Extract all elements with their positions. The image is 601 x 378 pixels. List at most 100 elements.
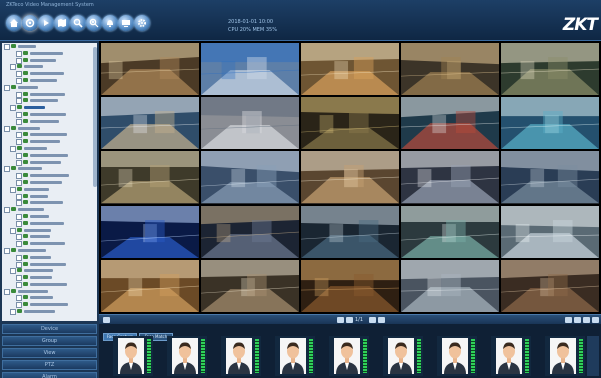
video-tile-crowd[interactable] <box>201 205 299 258</box>
face-capture-card[interactable] <box>167 336 207 376</box>
tree-item[interactable] <box>2 288 97 295</box>
tree-item[interactable] <box>2 145 97 152</box>
face-capture-card[interactable] <box>437 336 477 376</box>
tree-item[interactable] <box>2 43 97 50</box>
tree-item[interactable] <box>2 57 97 64</box>
tree-item[interactable] <box>2 240 97 248</box>
tree-item[interactable] <box>2 233 97 241</box>
tree-item[interactable] <box>2 179 97 186</box>
video-tile-market[interactable] <box>301 43 399 96</box>
tree-item[interactable] <box>2 172 97 180</box>
tree-item[interactable] <box>2 104 97 112</box>
tree-item[interactable] <box>2 152 97 159</box>
video-tile-corridor[interactable] <box>401 205 499 258</box>
tree-item[interactable] <box>2 138 97 146</box>
face-capture-card[interactable] <box>545 336 585 376</box>
tree-item[interactable] <box>2 294 97 302</box>
face-capture-card[interactable] <box>113 336 153 376</box>
tree-item[interactable] <box>2 111 97 118</box>
video-tile-night-city[interactable] <box>101 205 199 258</box>
tree-item[interactable] <box>2 254 97 261</box>
video-tile-supermarket[interactable] <box>401 97 499 150</box>
prev-page-button[interactable] <box>103 317 110 323</box>
tree-item[interactable] <box>2 186 97 193</box>
video-tile-highway[interactable] <box>501 151 599 204</box>
tree-item[interactable] <box>2 308 97 316</box>
face-capture-card[interactable] <box>275 336 315 376</box>
video-tile-pool[interactable] <box>201 43 299 96</box>
tree-item[interactable] <box>2 193 97 200</box>
tree-item[interactable] <box>2 301 97 309</box>
tree-item[interactable] <box>2 274 97 282</box>
tree-item[interactable] <box>2 165 97 173</box>
tree-item[interactable] <box>2 213 97 220</box>
tree-item[interactable] <box>2 247 97 254</box>
tree-item[interactable] <box>2 267 97 275</box>
expand-icon[interactable] <box>10 309 16 316</box>
search-button[interactable] <box>70 15 86 31</box>
tree-scrollbar[interactable] <box>93 47 97 187</box>
video-tile-gate-hall[interactable] <box>401 151 499 204</box>
device-tree[interactable] <box>2 43 97 321</box>
map-button[interactable] <box>54 15 70 31</box>
video-tile-showroom[interactable] <box>301 151 399 204</box>
tree-item[interactable] <box>2 125 97 132</box>
face-panel-scrollbar[interactable] <box>587 336 599 376</box>
video-tile-office-floor[interactable] <box>101 97 199 150</box>
panel-button-device[interactable]: Device <box>2 324 97 334</box>
panel-button-group[interactable]: Group <box>2 336 97 346</box>
video-tile-hotel-lobby[interactable] <box>101 259 199 312</box>
tree-item[interactable] <box>2 50 97 57</box>
tree-item[interactable] <box>2 63 97 71</box>
tree-item[interactable] <box>2 70 97 78</box>
tree-item[interactable] <box>2 77 97 84</box>
video-tile-shop[interactable] <box>101 151 199 204</box>
video-tile-lobby[interactable] <box>101 43 199 96</box>
video-tile-office-lounge[interactable] <box>501 43 599 96</box>
panel-button-ptz[interactable]: PTZ <box>2 360 97 370</box>
tree-item[interactable] <box>2 227 97 234</box>
video-tile-airport-hall[interactable] <box>401 43 499 96</box>
settings-button[interactable] <box>134 15 150 31</box>
video-tile-hall[interactable] <box>201 259 299 312</box>
video-tile-clinic[interactable] <box>201 97 299 150</box>
video-tile-warehouse[interactable] <box>301 97 399 150</box>
face-capture-card[interactable] <box>491 336 531 376</box>
layout-1-button[interactable] <box>337 317 344 323</box>
home-button[interactable] <box>6 15 22 31</box>
video-tile-bar[interactable] <box>301 259 399 312</box>
alarm-button[interactable] <box>102 15 118 31</box>
zoom-button[interactable] <box>86 15 102 31</box>
face-capture-card[interactable] <box>329 336 369 376</box>
tree-item[interactable] <box>2 159 97 166</box>
tree-item[interactable] <box>2 281 97 288</box>
layout-4-button[interactable] <box>346 317 353 323</box>
face-capture-card[interactable] <box>221 336 261 376</box>
tree-item[interactable] <box>2 131 97 139</box>
video-tile-workspace[interactable] <box>501 205 599 258</box>
tree-item[interactable] <box>2 220 97 227</box>
fullscreen-button[interactable] <box>583 317 590 323</box>
video-tile-roundabout[interactable] <box>501 97 599 150</box>
tree-item[interactable] <box>2 91 97 98</box>
snapshot-button[interactable] <box>565 317 572 323</box>
tree-item[interactable] <box>2 118 97 125</box>
video-tile-walkway[interactable] <box>401 259 499 312</box>
video-tile-garage[interactable] <box>301 205 399 258</box>
tree-item[interactable] <box>2 206 97 214</box>
close-all-button[interactable] <box>592 317 599 323</box>
panel-button-alarm[interactable]: Alarm <box>2 372 97 378</box>
tree-item[interactable] <box>2 261 97 268</box>
panel-button-view[interactable]: View <box>2 348 97 358</box>
layout-16-button[interactable] <box>378 317 385 323</box>
device-button[interactable] <box>118 15 134 31</box>
tree-item[interactable] <box>2 199 97 207</box>
preview-button[interactable] <box>22 15 38 31</box>
face-capture-card[interactable] <box>383 336 423 376</box>
video-tile-skyscrapers[interactable] <box>201 151 299 204</box>
tree-item[interactable] <box>2 84 97 91</box>
tree-item[interactable] <box>2 97 97 105</box>
layout-9-button[interactable] <box>369 317 376 323</box>
playback-button[interactable] <box>38 15 54 31</box>
record-button[interactable] <box>574 317 581 323</box>
